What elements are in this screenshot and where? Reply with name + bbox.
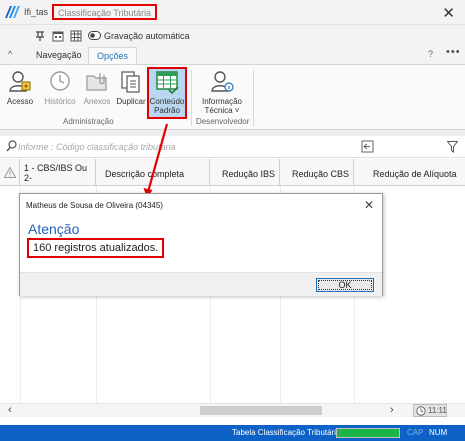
column-header-reducao-cbs[interactable]: Redução CBS [280, 159, 354, 186]
informacao-tecnica-label-2: Técnica ˅ [204, 106, 240, 115]
acesso-label: Acesso [6, 97, 34, 106]
dialog-close-icon[interactable]: ✕ [364, 198, 374, 212]
informacao-tecnica-button[interactable]: Informação Técnica ˅ [194, 69, 250, 117]
folder-attachment-icon [86, 73, 107, 91]
filter-icon[interactable] [447, 141, 458, 153]
group-separator [191, 70, 192, 126]
scroll-right-button[interactable]: › [390, 404, 394, 416]
status-bar: Tabela Classificação Tributária CAP NUM [0, 425, 465, 441]
app-name: Ifi_tas [24, 7, 49, 17]
auto-save-toggle[interactable]: Gravação automática [88, 29, 190, 42]
anexos-button[interactable]: Anexos [82, 69, 112, 117]
duplicar-label: Duplicar [116, 97, 146, 106]
progress-bar [336, 428, 400, 438]
search-bar [0, 136, 465, 158]
clock-icon [50, 71, 70, 91]
grid-view-icon[interactable] [70, 29, 82, 42]
column-header-reducao-aliquota[interactable]: Redução de Alíquota [354, 159, 465, 186]
num-lock-indicator: NUM [429, 428, 448, 437]
informacao-tecnica-label-1: Informação [201, 97, 243, 106]
quick-access-toolbar: Gravação automática [0, 25, 465, 46]
app-logo-icon [5, 6, 20, 18]
clock-text: 11:11 [428, 406, 447, 415]
group-label-administracao: Administração [63, 117, 114, 126]
ribbon: Acesso Histórico Anexos Duplicar Conteúd… [0, 64, 465, 130]
more-options-button[interactable]: ••• [446, 46, 461, 58]
caps-lock-indicator: CAP [407, 428, 424, 437]
chevron-up-icon[interactable]: ^ [8, 49, 12, 59]
auto-save-label: Gravação automática [104, 30, 190, 41]
clock-icon [416, 406, 426, 416]
group-label-desenvolvedor: Desenvolvedor [196, 117, 250, 126]
scroll-thumb[interactable] [200, 406, 322, 415]
progress-fill [337, 429, 399, 437]
ribbon-tabs: ^ Navegação Opções ? ••• [0, 46, 465, 64]
search-icon [6, 140, 17, 152]
pin-icon[interactable] [34, 29, 46, 42]
group-separator [253, 70, 254, 126]
help-button[interactable]: ? [428, 49, 433, 59]
clock-badge: 11:11 [413, 404, 447, 417]
status-text: Tabela Classificação Tributária [232, 428, 341, 437]
user-info-icon [211, 71, 234, 92]
horizontal-scrollbar[interactable]: ‹ › 11:11 [0, 403, 465, 417]
close-window-button[interactable]: ✕ [442, 4, 455, 22]
dialog-footer: OK [20, 272, 382, 296]
dialog-message: 160 registros atualizados. [27, 238, 165, 258]
column-header-reducao-ibs[interactable]: Redução IBS [210, 159, 280, 186]
search-input[interactable] [18, 139, 318, 154]
dialog-title: Matheus de Sousa de Oliveira (04345) [26, 201, 163, 210]
tab-opcoes[interactable]: Opções [88, 47, 138, 64]
toggle-off-icon [88, 31, 101, 40]
conteudo-padrao-label-2: Padrão [154, 106, 180, 115]
calendar-icon[interactable] [52, 29, 64, 42]
duplicate-icon [121, 71, 140, 93]
historico-label: Histórico [44, 97, 76, 106]
dialog-heading: Atenção [28, 221, 80, 237]
conteudo-padrao-button[interactable]: Conteúdo Padrão [147, 67, 187, 119]
title-bar: Ifi_tas Classificação Tributária ✕ [0, 0, 465, 25]
message-dialog: Matheus de Sousa de Oliveira (04345) ✕ A… [19, 193, 383, 296]
table-grid-icon [156, 71, 179, 95]
duplicar-button[interactable]: Duplicar [114, 69, 148, 117]
conteudo-padrao-label-1: Conteúdo [149, 97, 185, 106]
acesso-button[interactable]: Acesso [3, 69, 37, 117]
tab-navegacao[interactable]: Navegação [28, 47, 90, 64]
historico-button[interactable]: Histórico [40, 69, 80, 117]
column-header-cbs-ibs[interactable]: 1 - CBS/IBS Ou 2- [20, 159, 96, 186]
ok-button[interactable]: OK [316, 278, 374, 292]
scroll-left-button[interactable]: ‹ [8, 404, 12, 416]
window-title: Classificação Tributária [52, 4, 158, 20]
grid-header: 1 - CBS/IBS Ou 2- Descrição completa Red… [0, 159, 465, 186]
anexos-label: Anexos [83, 97, 111, 106]
warning-column-header[interactable] [0, 159, 20, 186]
export-icon[interactable] [361, 140, 374, 153]
warning-icon [4, 167, 16, 178]
user-key-icon [9, 71, 31, 92]
column-header-descricao[interactable]: Descrição completa [96, 159, 210, 186]
